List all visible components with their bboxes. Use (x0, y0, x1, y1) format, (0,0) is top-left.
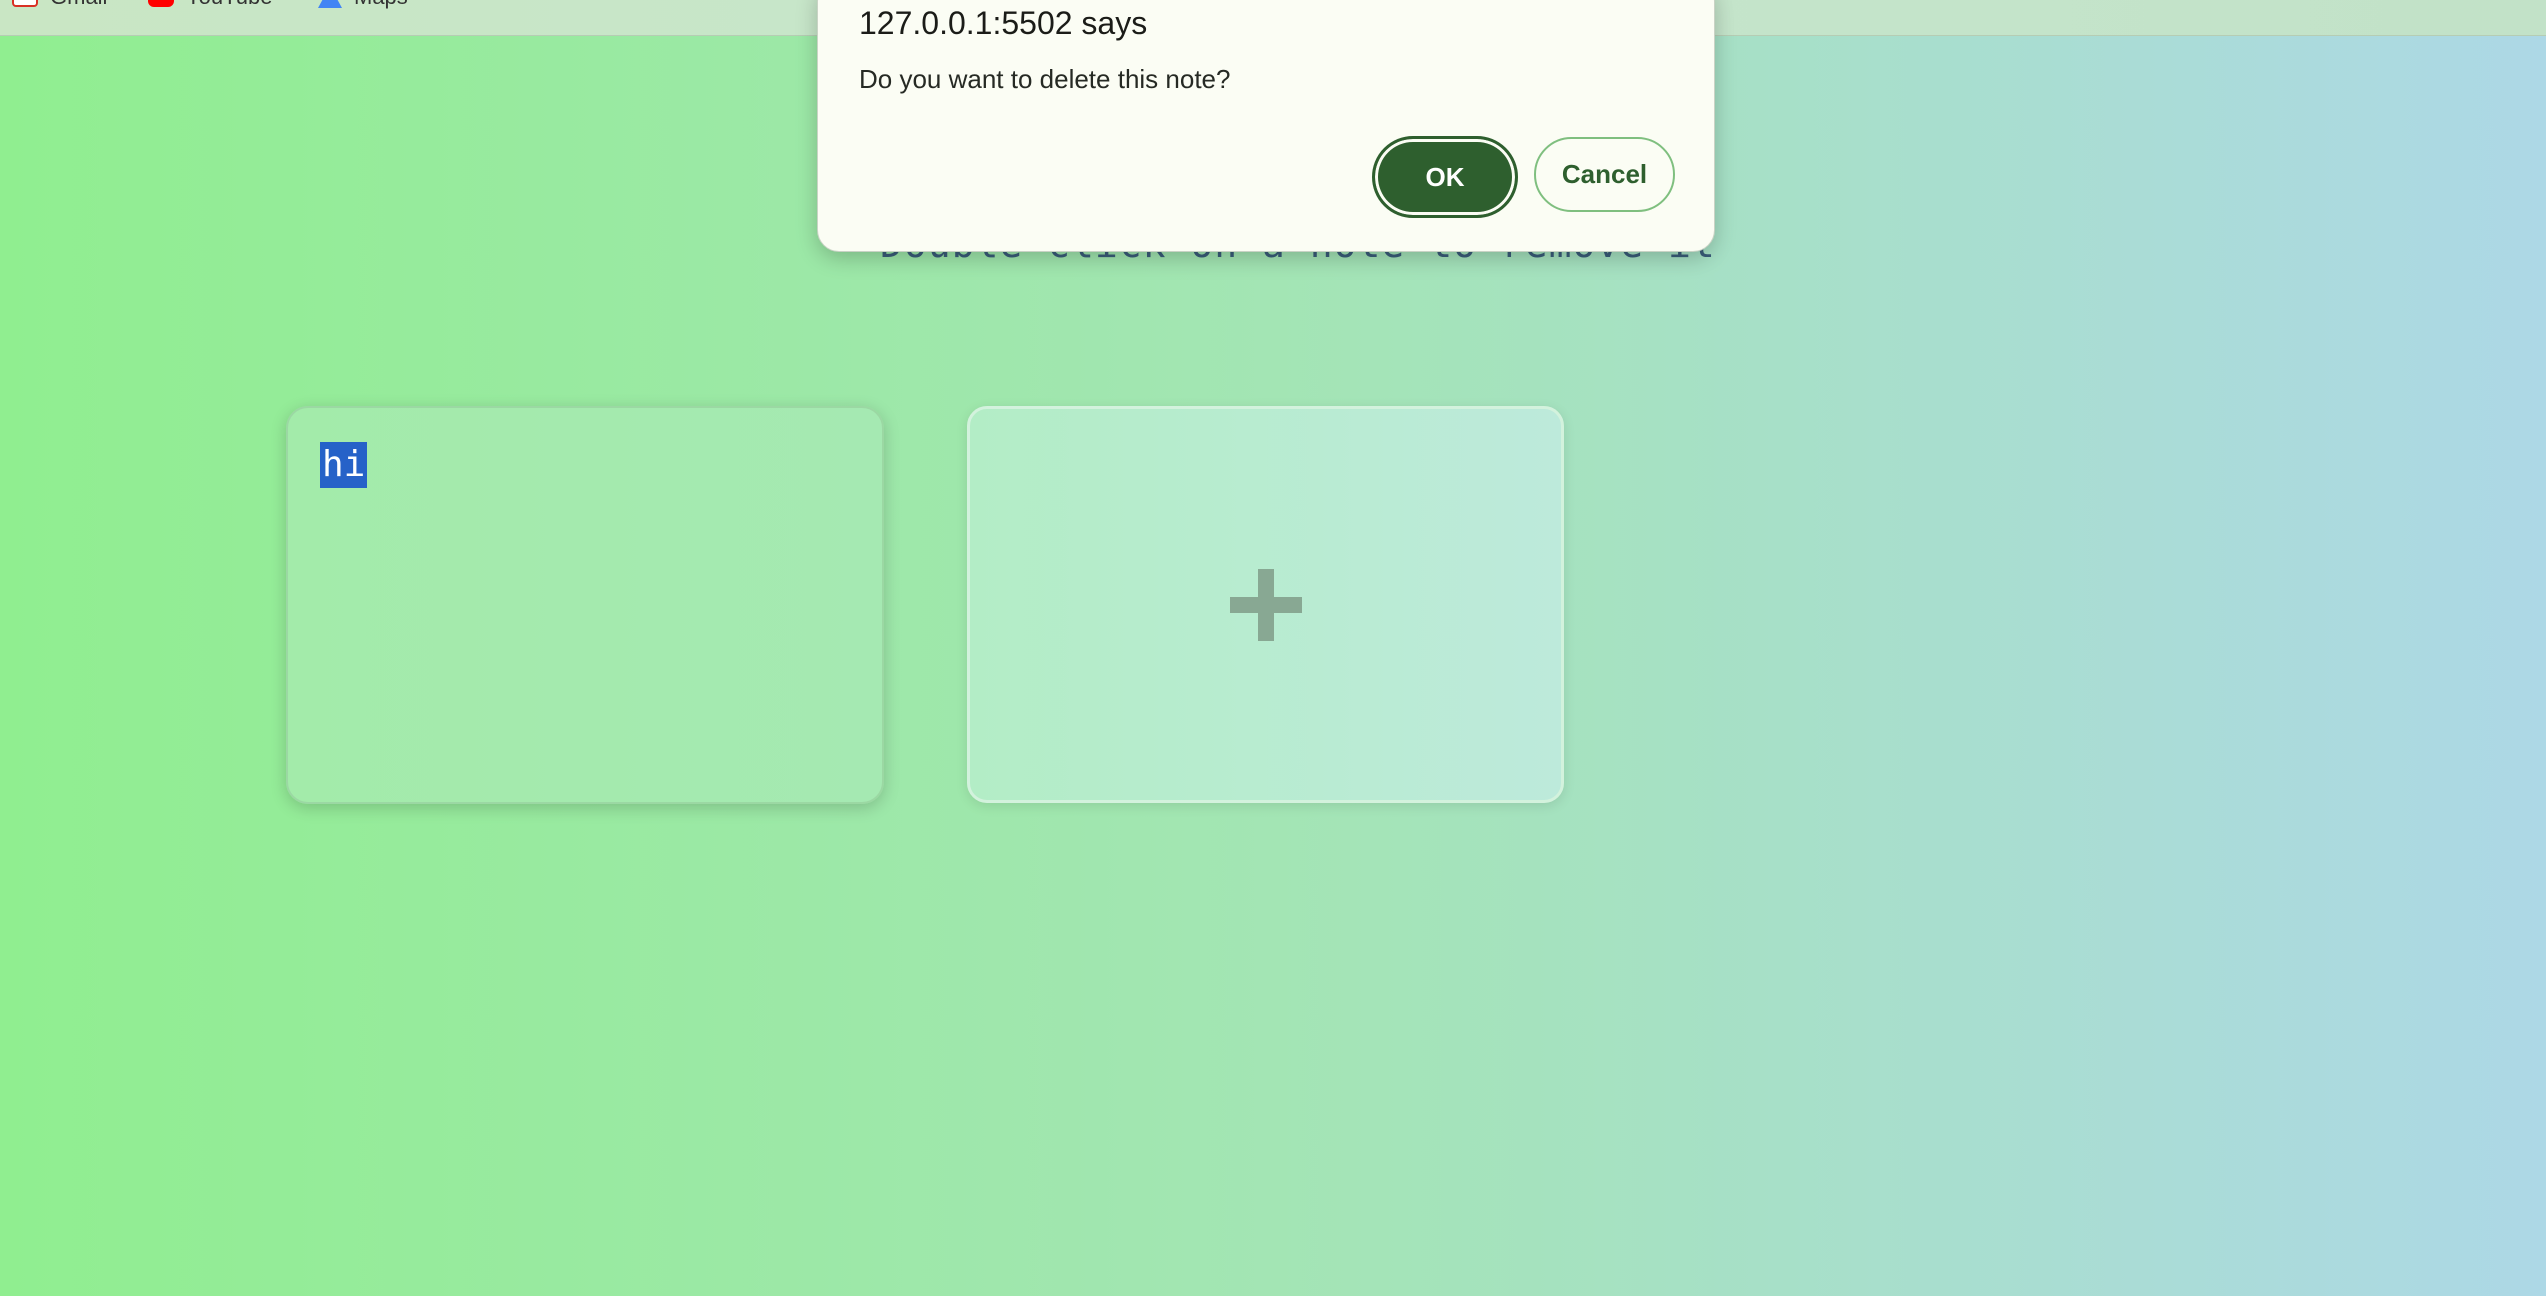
ok-button[interactable]: OK (1372, 136, 1518, 218)
note-text[interactable]: hi (320, 442, 368, 488)
cancel-button[interactable]: Cancel (1534, 137, 1675, 212)
bookmark-label: Maps (354, 0, 408, 10)
plus-icon (1229, 568, 1302, 641)
add-note-button[interactable] (967, 406, 1564, 803)
dialog-message: Do you want to delete this note? (859, 64, 1231, 94)
confirm-dialog: 127.0.0.1:5502 says Do you want to delet… (817, 0, 1715, 252)
dialog-title: 127.0.0.1:5502 says (859, 5, 1148, 41)
maps-icon (318, 0, 342, 8)
bookmark-label: YouTube (186, 0, 272, 10)
bookmark-gmail[interactable]: Gmail (12, 0, 107, 10)
gmail-icon (12, 0, 38, 7)
note-card[interactable]: hi (286, 406, 884, 804)
bookmark-maps[interactable]: Maps (318, 0, 408, 10)
bookmark-label: Gmail (50, 0, 107, 10)
bookmark-youtube[interactable]: YouTube (148, 0, 272, 10)
youtube-icon (148, 0, 174, 7)
